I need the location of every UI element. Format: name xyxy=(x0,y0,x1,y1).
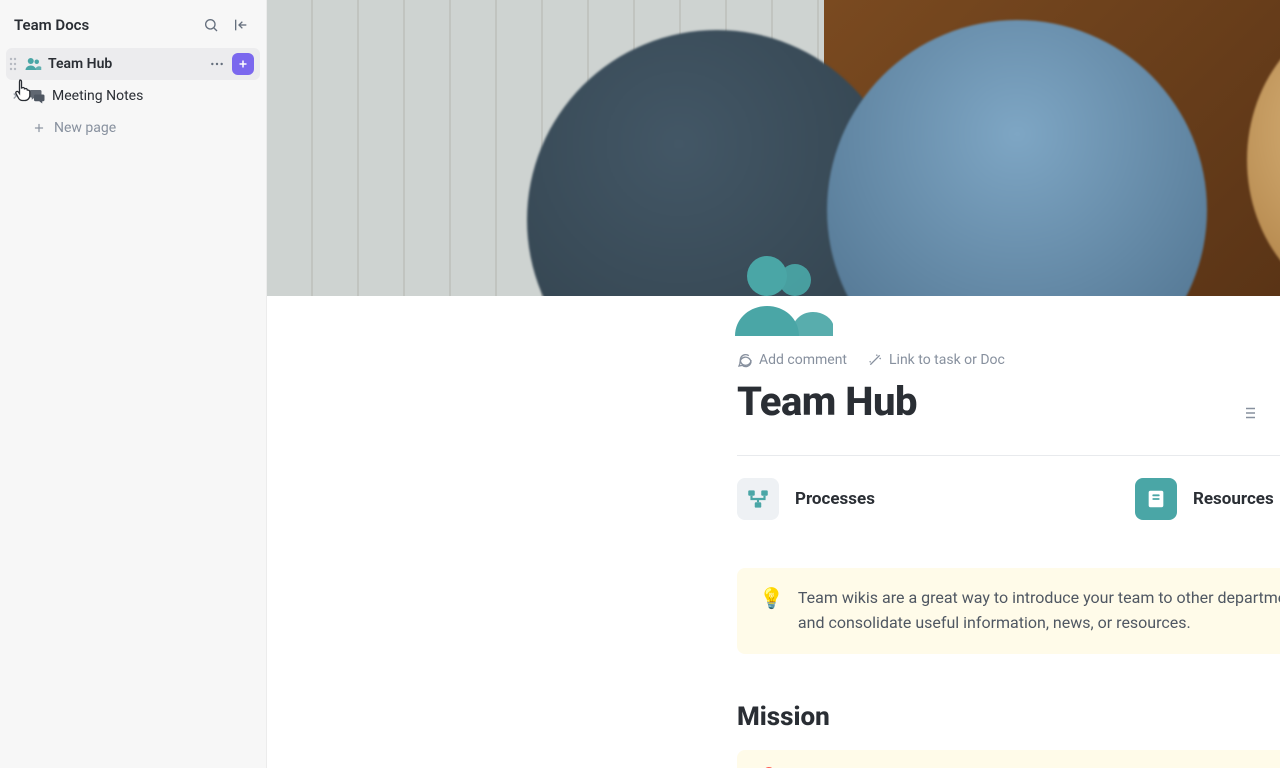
sidebar-item-label: Meeting Notes xyxy=(52,88,254,104)
divider xyxy=(737,455,1280,456)
chevron-right-icon[interactable] xyxy=(8,89,22,103)
sidebar-item-label: Team Hub xyxy=(48,56,200,72)
comment-icon xyxy=(737,352,753,368)
flow-icon xyxy=(737,478,779,520)
people-icon xyxy=(24,55,42,73)
chat-icon xyxy=(28,87,46,105)
page-scroll[interactable]: Add comment Link to task or Doc Team Hub xyxy=(267,296,1280,768)
sidebar-item-actions xyxy=(206,53,254,75)
workspace-title[interactable]: Team Docs xyxy=(14,16,192,34)
card-label: Processes xyxy=(795,489,875,509)
new-page-button[interactable]: New page xyxy=(6,112,260,144)
section-mission-heading[interactable]: Mission xyxy=(737,702,1280,732)
add-comment-button[interactable]: Add comment xyxy=(737,352,847,368)
main-area: Add comment Link to task or Doc Team Hub xyxy=(267,0,1280,768)
link-task-button[interactable]: Link to task or Doc xyxy=(867,352,1005,368)
card-resources[interactable]: Resources xyxy=(1135,478,1274,520)
tip-text: Team wikis are a great way to introduce … xyxy=(798,586,1280,636)
sidebar-header: Team Docs xyxy=(0,0,266,46)
new-page-label: New page xyxy=(54,120,116,136)
card-label: Resources xyxy=(1193,489,1274,509)
book-icon xyxy=(1135,478,1177,520)
quick-links-row: Processes Resources xyxy=(737,478,1280,520)
mission-callout[interactable]: 🎯 Share your team's mission to everybody… xyxy=(737,750,1280,768)
page-title[interactable]: Team Hub xyxy=(737,378,1280,425)
sidebar-item-team-hub[interactable]: Team Hub xyxy=(6,48,260,80)
search-icon[interactable] xyxy=(200,14,222,36)
wand-icon xyxy=(867,352,883,368)
collapse-sidebar-icon[interactable] xyxy=(230,14,252,36)
sidebar-item-meeting-notes[interactable]: Meeting Notes xyxy=(6,80,260,112)
drag-handle-icon[interactable] xyxy=(8,55,18,73)
sidebar-page-list: Team Hub Meeting Notes xyxy=(0,46,266,146)
card-processes[interactable]: Processes xyxy=(737,478,875,520)
page-meta-row: Add comment Link to task or Doc xyxy=(737,352,1280,368)
add-subpage-button[interactable] xyxy=(232,53,254,75)
more-icon[interactable] xyxy=(206,53,228,75)
lightbulb-icon: 💡 xyxy=(759,586,784,636)
page-content: Add comment Link to task or Doc Team Hub xyxy=(737,296,1280,768)
tip-callout: 💡 Team wikis are a great way to introduc… xyxy=(737,568,1280,654)
sidebar: Team Docs Team Hub xyxy=(0,0,267,768)
link-task-label: Link to task or Doc xyxy=(889,352,1005,368)
app-root: Team Docs Team Hub xyxy=(0,0,1280,768)
add-comment-label: Add comment xyxy=(759,352,847,368)
